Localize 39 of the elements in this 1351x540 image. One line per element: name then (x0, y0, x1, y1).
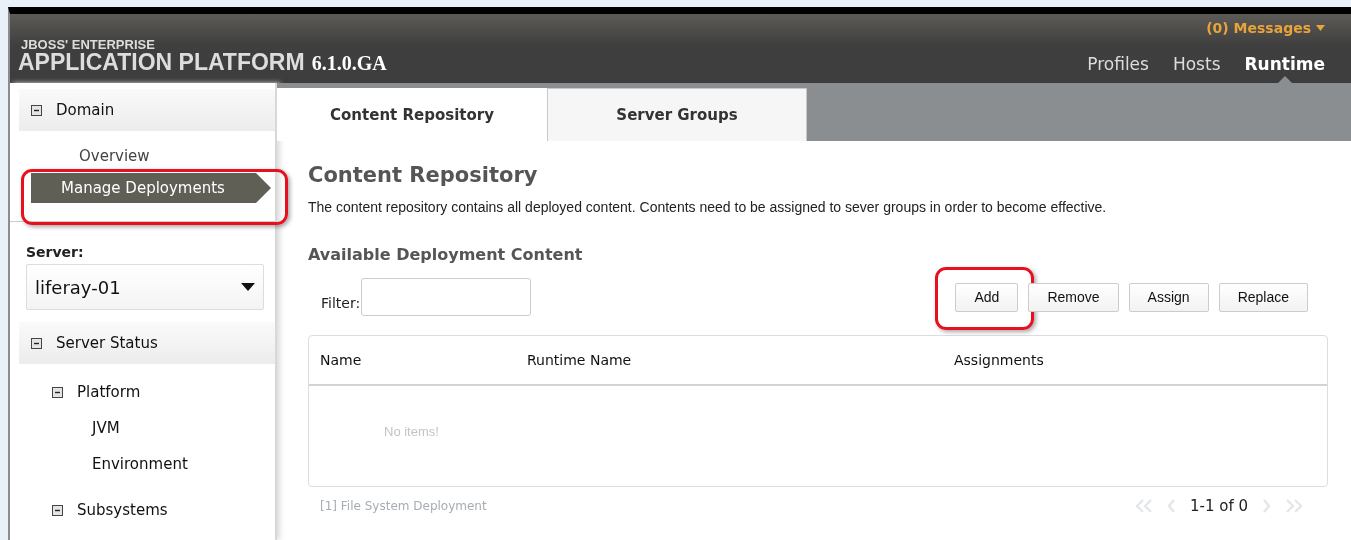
caret-icon (241, 283, 255, 291)
caret-icon (1316, 25, 1325, 31)
action-button[interactable]: Add (955, 282, 1019, 312)
section-header[interactable]: Domain (19, 89, 275, 131)
column-header: Runtime Name (527, 352, 633, 368)
collapse-icon[interactable] (31, 104, 42, 116)
collapse-icon[interactable] (31, 337, 42, 349)
version-label: 6.1.0.GA (311, 52, 387, 75)
action-button[interactable]: Assign (1128, 282, 1209, 312)
empty-message: No items! (384, 424, 439, 439)
action-button[interactable]: Remove (1028, 282, 1119, 312)
page-range: 1-1 of 0 (1189, 497, 1248, 515)
brand-title: APPLICATION PLATFORM (18, 51, 305, 73)
nav-item[interactable]: Manage Deployments (31, 173, 271, 203)
tree-item[interactable]: JVM (19, 410, 275, 446)
nav-item[interactable]: Overview (31, 145, 275, 167)
filter-label: Filter: (321, 295, 361, 311)
section-title: Available Deployment Content (308, 245, 584, 264)
tree-item[interactable]: Platform (19, 374, 275, 410)
tab[interactable]: Content Repository (277, 88, 547, 141)
nav-tab[interactable]: Profiles (1087, 54, 1149, 83)
column-header: Assignments (954, 352, 1045, 368)
page-title: Content Repository (308, 163, 539, 187)
server-label: Server: (26, 244, 85, 260)
brand-subtitle: JBOSS' ENTERPRISE (20, 39, 156, 51)
filter-field[interactable] (361, 278, 532, 316)
tree-item[interactable]: Environment (19, 446, 275, 482)
messages-menu[interactable]: (0) Messages (1206, 14, 1325, 36)
nav-tab[interactable]: Hosts (1172, 54, 1221, 83)
nav-tab[interactable]: Runtime (1244, 54, 1325, 83)
section-header[interactable]: Server Status (19, 322, 275, 364)
tab[interactable]: Server Groups (547, 88, 807, 141)
column-header: Name (320, 352, 363, 368)
tree-item[interactable]: Subsystems (19, 492, 275, 528)
server-select[interactable]: liferay-01 (26, 264, 264, 310)
action-button[interactable]: Replace (1218, 282, 1308, 312)
description-text: The content repository contains all deployed content. Contents need to be assigned to sever groups in order to become effective. (308, 199, 1108, 215)
collapse-icon[interactable] (52, 386, 63, 398)
collapse-icon[interactable] (52, 504, 63, 516)
